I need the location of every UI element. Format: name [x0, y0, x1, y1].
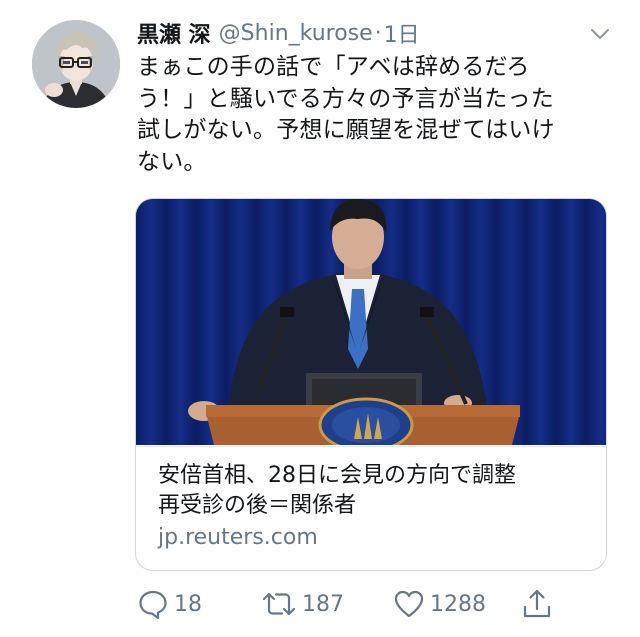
share-upload-icon [523, 589, 551, 618]
like-count: 1288 [430, 591, 486, 617]
card-domain: jp.reuters.com [158, 525, 318, 550]
link-card[interactable]: 安倍首相、28日に会見の方向で調整 再受診の後＝関係者 jp.reuters.c… [135, 198, 607, 571]
tweet-text: まぁこの手の話で「アベは辞めるだろう！」と騒いでる方々の予言が当たった試しがない… [137, 54, 555, 175]
tweet-actions: 18 187 1288 [136, 586, 596, 622]
chevron-down-icon[interactable] [588, 22, 612, 46]
card-title: 安倍首相、28日に会見の方向で調整 再受診の後＝関係者 [158, 461, 588, 521]
retweet-button[interactable]: 187 [260, 586, 344, 622]
user-handle[interactable]: @Shin_kurose [219, 21, 373, 46]
separator-dot: · [374, 20, 382, 46]
timestamp[interactable]: 1日 [384, 17, 420, 49]
retweet-arrows-icon [262, 592, 296, 616]
card-title-line-2: 再受診の後＝関係者 [158, 493, 357, 518]
speech-bubble-icon [139, 590, 167, 620]
card-body: 安倍首相、28日に会見の方向で調整 再受診の後＝関係者 jp.reuters.c… [136, 446, 606, 570]
retweet-count: 187 [302, 591, 344, 617]
heart-outline-icon [394, 590, 424, 618]
press-conference-photo [136, 199, 606, 445]
avatar[interactable] [32, 20, 120, 108]
reply-count: 18 [174, 591, 202, 617]
tweet: 黒瀬 深 @Shin_kurose · 1日 まぁこの手の話で「アベは辞めるだろ… [0, 0, 640, 637]
avatar-illustration [32, 20, 120, 108]
card-image [136, 199, 606, 445]
like-button[interactable]: 1288 [392, 586, 486, 622]
card-title-line-1: 安倍首相、28日に会見の方向で調整 [158, 463, 516, 488]
share-button[interactable] [520, 586, 554, 622]
reply-button[interactable]: 18 [136, 586, 202, 622]
tweet-header: 黒瀬 深 @Shin_kurose · 1日 [137, 16, 420, 50]
display-name[interactable]: 黒瀬 深 [137, 17, 211, 49]
